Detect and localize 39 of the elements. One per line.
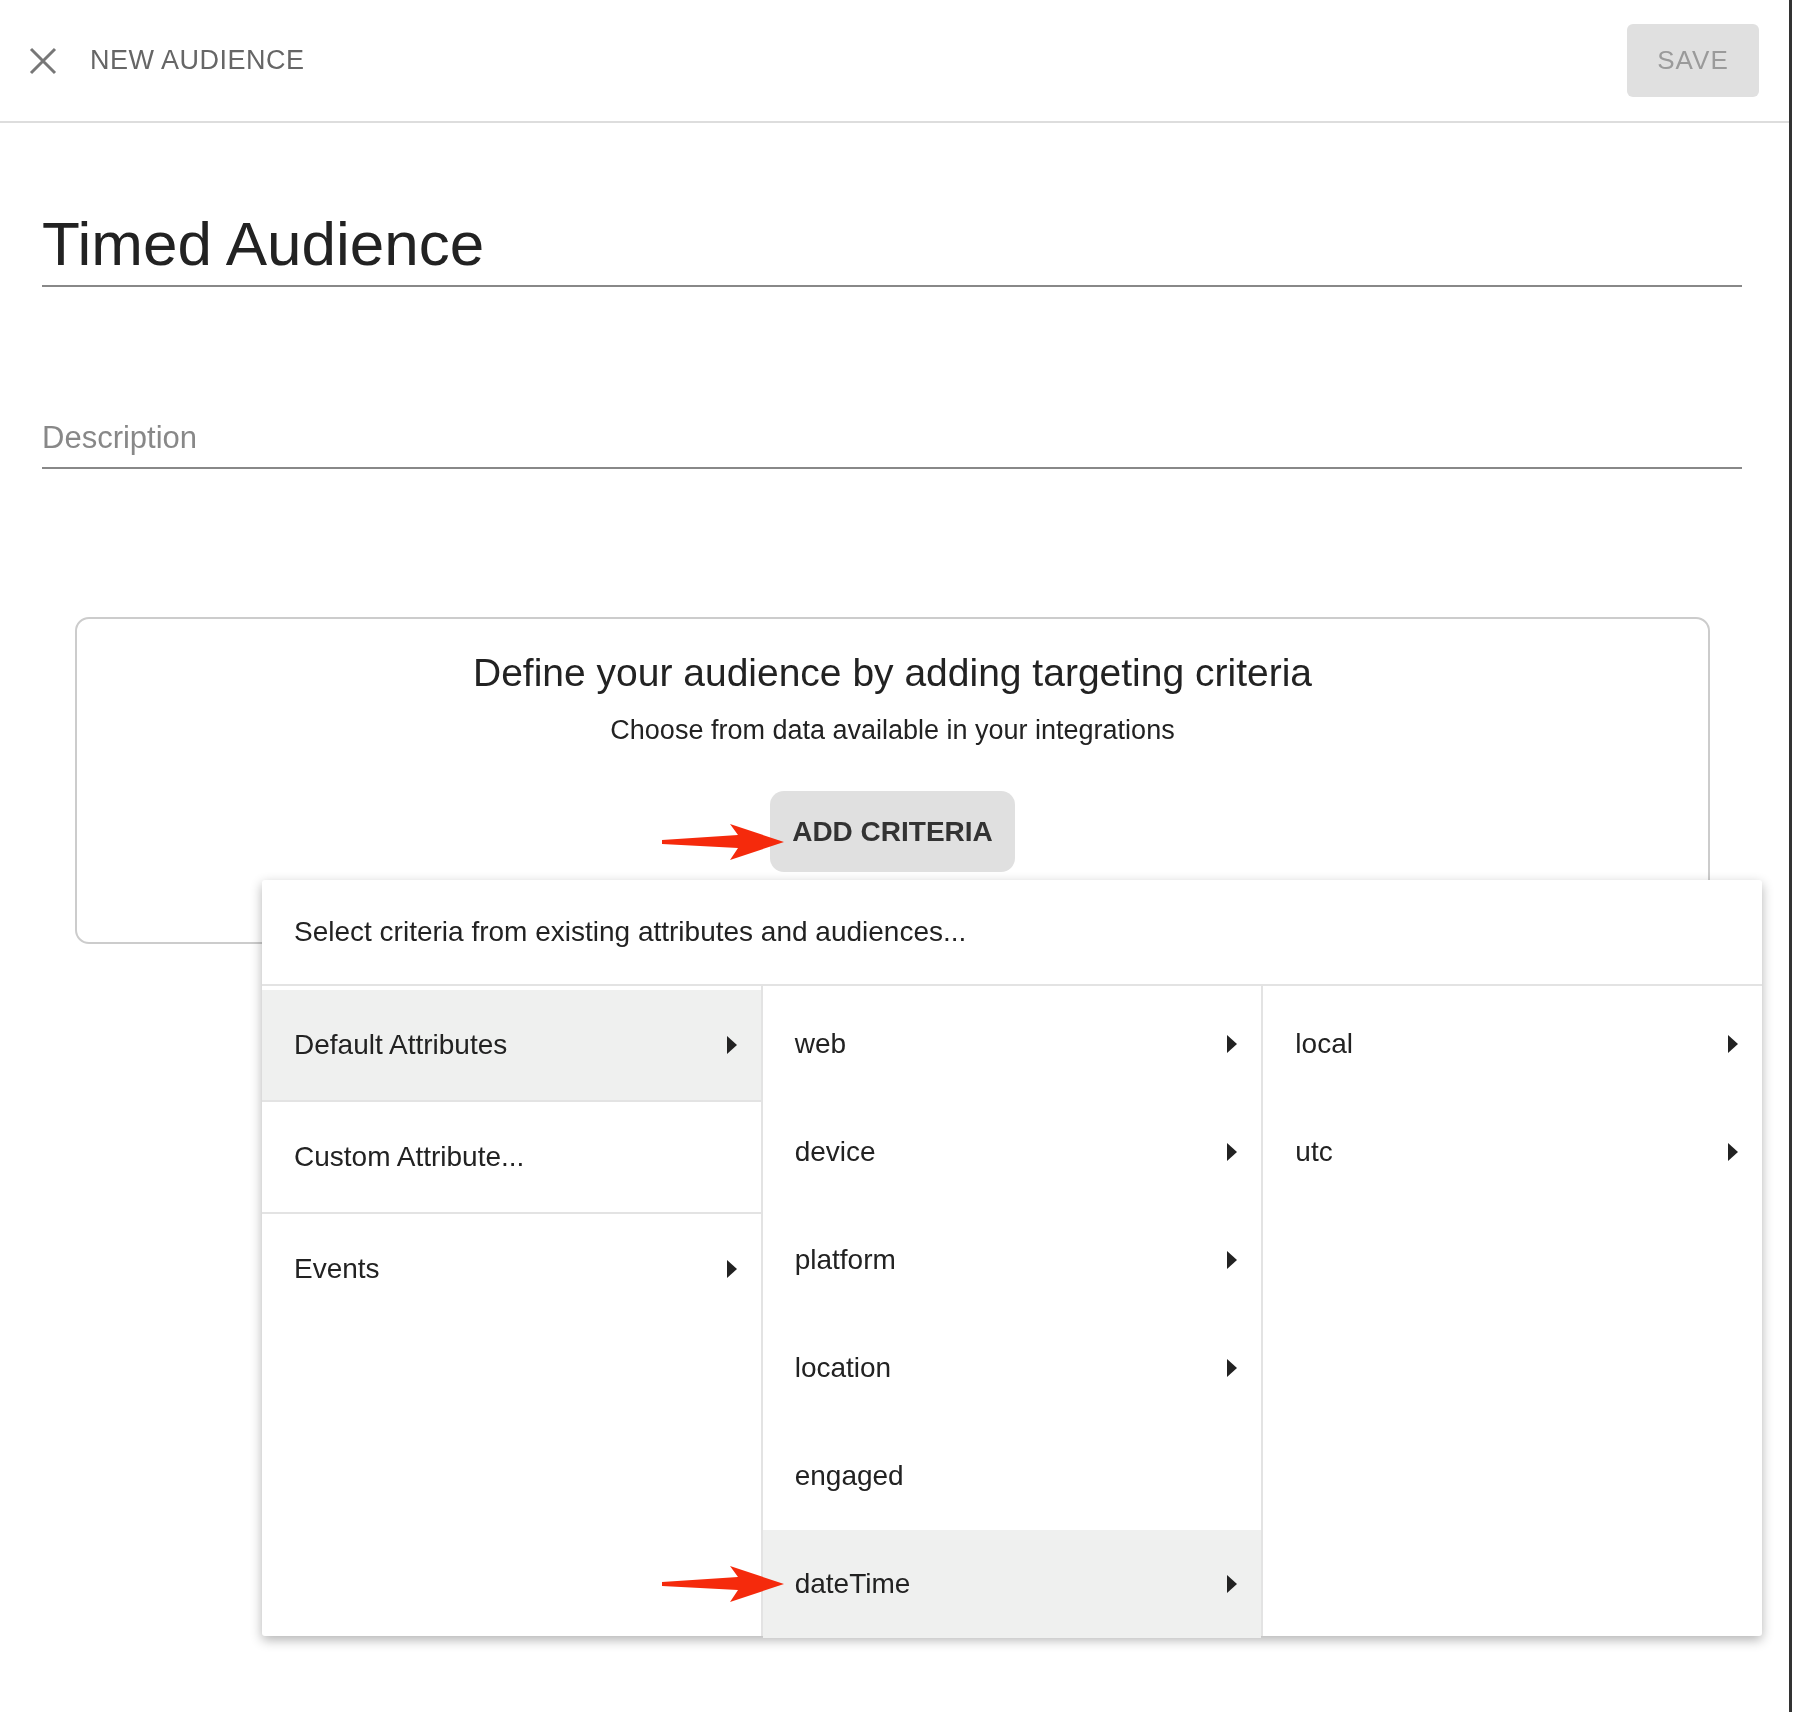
submenu-arrow-icon (726, 1036, 737, 1054)
menu-item[interactable]: platform (762, 1206, 1262, 1314)
name-field[interactable]: Timed Audience (42, 201, 1742, 287)
menu-item-label: Events (294, 1253, 381, 1285)
menu-item[interactable]: utc (1263, 1098, 1762, 1206)
menu-item[interactable]: dateTime (762, 1530, 1262, 1638)
menu-item-label: device (794, 1136, 877, 1168)
submenu-arrow-icon (726, 1260, 737, 1278)
menu-item-label: Custom Attribute... (294, 1141, 526, 1173)
submenu-arrow-icon (1728, 1143, 1738, 1161)
submenu-arrow-icon (1227, 1035, 1238, 1053)
menu-item[interactable]: Events (262, 1214, 761, 1324)
submenu-arrow-icon (1227, 1575, 1238, 1593)
menu-item-label: utc (1295, 1136, 1334, 1168)
menu-item[interactable]: engaged (762, 1422, 1262, 1530)
card-heading: Define your audience by adding targeting criteria (473, 651, 1312, 695)
close-icon[interactable] (28, 45, 58, 76)
menu-item[interactable]: Custom Attribute... (262, 1102, 761, 1214)
menu-item-label: local (1295, 1028, 1354, 1060)
menu-item-label: dateTime (794, 1568, 912, 1600)
submenu-arrow-icon (1728, 1035, 1738, 1053)
menu-item[interactable]: web (762, 990, 1262, 1098)
menu-item-label: platform (794, 1244, 897, 1276)
menu-item[interactable]: device (762, 1098, 1262, 1206)
menu-header: Select criteria from existing attributes and audiences... (262, 880, 1762, 986)
menu-item[interactable]: location (762, 1314, 1262, 1422)
submenu-arrow-icon (1227, 1251, 1238, 1269)
description-field[interactable]: Description (42, 409, 1742, 469)
submenu-arrow-icon (1227, 1359, 1238, 1377)
menu-item-label: Default Attributes (294, 1029, 509, 1061)
add-criteria-button[interactable]: ADD CRITERIA (770, 791, 1015, 872)
menu-item[interactable]: Default Attributes (262, 990, 761, 1102)
page-title: NEW AUDIENCE (90, 45, 305, 76)
menu-item-label: web (794, 1028, 848, 1060)
menu-item-label: engaged (794, 1460, 905, 1492)
card-subheading: Choose from data available in your integrations (610, 715, 1175, 746)
submenu-arrow-icon (1227, 1143, 1238, 1161)
menu-item-label: location (794, 1352, 893, 1384)
menu-item[interactable]: local (1263, 990, 1762, 1098)
